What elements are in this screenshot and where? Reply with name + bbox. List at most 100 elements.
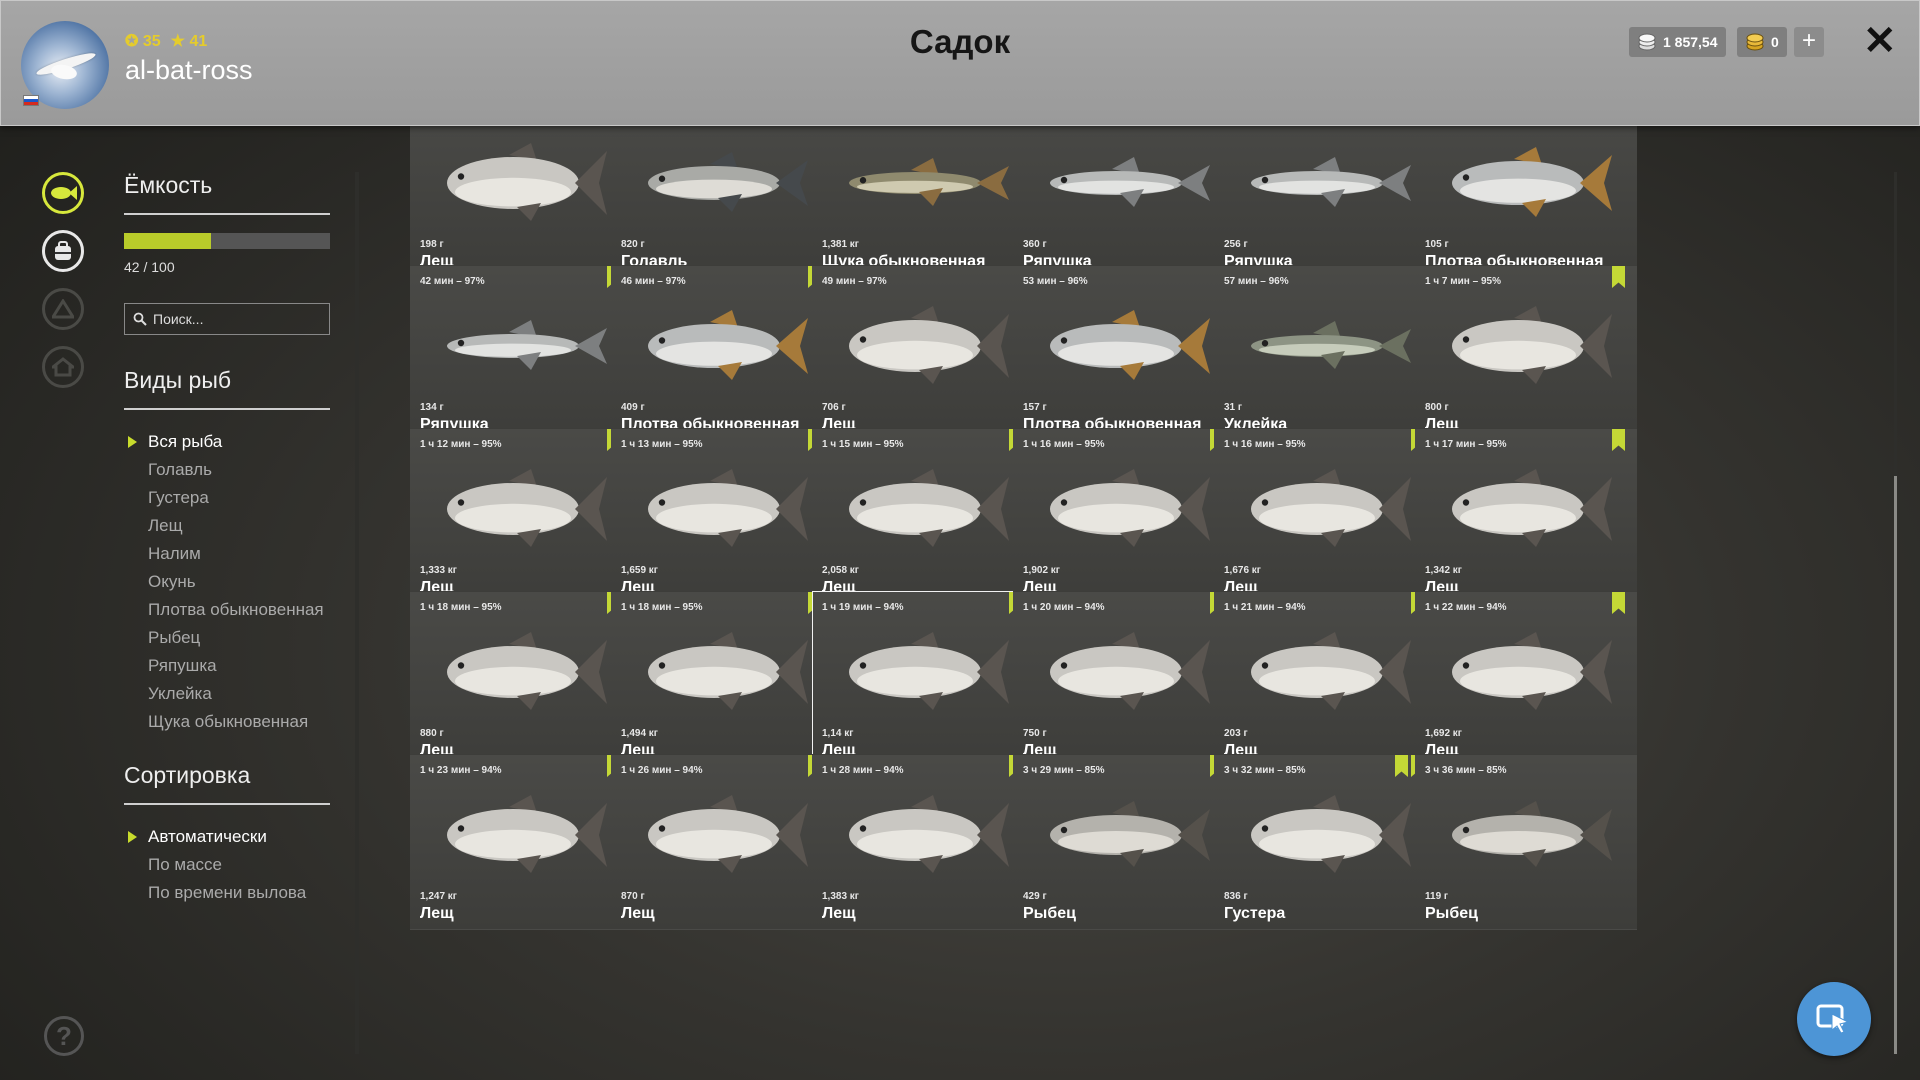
species-item[interactable]: Плотва обыкновенная <box>124 596 330 624</box>
fish-card[interactable]: 1 ч 15 мин – 95% 2,058 кг Лещ <box>812 428 1034 604</box>
gold-coins-icon <box>1746 33 1764 51</box>
species-item[interactable]: Уклейка <box>124 680 330 708</box>
species-title: Виды рыб <box>124 367 330 410</box>
fish-weight: 1,494 кг <box>621 728 658 739</box>
fish-weight: 1,659 кг <box>621 565 658 576</box>
fish-card[interactable]: 820 г Голавль <box>611 126 833 278</box>
catch-time: 42 мин – 97% <box>420 276 485 287</box>
bookmark-icon[interactable] <box>1395 755 1408 777</box>
fish-weight: 1,676 кг <box>1224 565 1261 576</box>
fish-card[interactable]: 57 мин – 96% 31 г Уклейка <box>1214 265 1436 441</box>
fish-card[interactable]: 1 ч 19 мин – 94% 1,14 кг Лещ <box>812 591 1034 767</box>
help-icon[interactable]: ? <box>44 1016 84 1056</box>
fish-weight: 706 г <box>822 402 846 413</box>
catch-time: 1 ч 16 мин – 95% <box>1023 439 1105 450</box>
sort-option[interactable]: По массе <box>124 851 330 879</box>
fish-card[interactable]: 49 мин – 97% 706 г Лещ <box>812 265 1034 441</box>
fish-card[interactable]: 1,381 кг Щука обыкновенная <box>812 126 1034 278</box>
fish-image <box>632 785 814 885</box>
fish-card[interactable]: 1 ч 16 мин – 95% 1,902 кг Лещ <box>1013 428 1235 604</box>
fish-weight: 750 г <box>1023 728 1047 739</box>
sort-title: Сортировка <box>124 762 330 805</box>
species-item[interactable]: Густера <box>124 484 330 512</box>
fish-image <box>1034 296 1216 396</box>
species-item[interactable]: Ряпушка <box>124 652 330 680</box>
fish-circle-icon[interactable] <box>42 172 84 214</box>
fish-image <box>1235 459 1417 559</box>
search-input[interactable] <box>153 311 313 327</box>
fish-card[interactable]: 3 ч 29 мин – 85% 429 г Рыбец <box>1013 754 1235 930</box>
cursor-button[interactable] <box>1797 982 1871 1056</box>
species-item[interactable]: Окунь <box>124 568 330 596</box>
catch-time: 1 ч 20 мин – 94% <box>1023 602 1105 613</box>
fish-card[interactable]: 360 г Ряпушка <box>1013 126 1235 278</box>
camp-icon[interactable] <box>42 288 84 330</box>
species-item[interactable]: Голавль <box>124 456 330 484</box>
fish-image <box>431 133 613 233</box>
fish-image <box>1436 459 1618 559</box>
fish-card[interactable]: 1 ч 18 мин – 95% 1,494 кг Лещ <box>611 591 833 767</box>
bookmark-icon[interactable] <box>1612 429 1625 451</box>
catch-time: 3 ч 29 мин – 85% <box>1023 765 1105 776</box>
fish-image <box>1235 296 1417 396</box>
catch-time: 1 ч 21 мин – 94% <box>1224 602 1306 613</box>
fish-image <box>833 459 1015 559</box>
bag-icon[interactable] <box>42 230 84 272</box>
fish-card[interactable]: 198 г Лещ <box>410 126 632 278</box>
fish-weight: 256 г <box>1224 239 1248 250</box>
fish-image <box>833 785 1015 885</box>
fish-image <box>431 785 613 885</box>
fish-card[interactable]: 53 мин – 96% 157 г Плотва обыкновенная <box>1013 265 1235 441</box>
sort-option[interactable]: Автоматически <box>124 823 330 851</box>
fish-card[interactable]: 1 ч 17 мин – 95% 1,342 кг Лещ <box>1415 428 1637 604</box>
bookmark-icon[interactable] <box>1612 592 1625 614</box>
fish-card[interactable]: 1 ч 21 мин – 94% 203 г Лещ <box>1214 591 1436 767</box>
fish-weight: 134 г <box>420 402 444 413</box>
fish-card[interactable]: 3 ч 36 мин – 85% 119 г Рыбец <box>1415 754 1637 930</box>
fish-card[interactable]: 1 ч 12 мин – 95% 1,333 кг Лещ <box>410 428 632 604</box>
species-item[interactable]: Лещ <box>124 512 330 540</box>
fish-card[interactable]: 1 ч 22 мин – 94% 1,692 кг Лещ <box>1415 591 1637 767</box>
fish-weight: 1,383 кг <box>822 891 859 902</box>
fish-image <box>833 133 1015 233</box>
fish-card[interactable]: 42 мин – 97% 134 г Ряпушка <box>410 265 632 441</box>
fish-weight: 1,333 кг <box>420 565 457 576</box>
species-item[interactable]: Щука обыкновенная <box>124 708 330 736</box>
catch-time: 57 мин – 96% <box>1224 276 1289 287</box>
species-item[interactable]: Налим <box>124 540 330 568</box>
fish-card[interactable]: 1 ч 28 мин – 94% 1,383 кг Лещ <box>812 754 1034 930</box>
fish-image <box>1436 785 1618 885</box>
species-item[interactable]: Вся рыба <box>124 428 330 456</box>
fish-card[interactable]: 46 мин – 97% 409 г Плотва обыкновенная <box>611 265 833 441</box>
catch-time: 3 ч 32 мин – 85% <box>1224 765 1306 776</box>
close-icon[interactable]: ✕ <box>1863 21 1897 61</box>
fish-card[interactable]: 105 г Плотва обыкновенная <box>1415 126 1637 278</box>
scrollbar-thumb[interactable] <box>1894 476 1897 1054</box>
fish-weight: 1,342 кг <box>1425 565 1462 576</box>
fish-card[interactable]: 1 ч 13 мин – 95% 1,659 кг Лещ <box>611 428 833 604</box>
bookmark-icon[interactable] <box>1612 266 1625 288</box>
fish-card[interactable]: 1 ч 18 мин – 95% 880 г Лещ <box>410 591 632 767</box>
add-currency-button[interactable]: + <box>1794 27 1824 57</box>
fish-card[interactable]: 1 ч 23 мин – 94% 1,247 кг Лещ <box>410 754 632 930</box>
fish-card[interactable]: 1 ч 7 мин – 95% 800 г Лещ <box>1415 265 1637 441</box>
home-icon[interactable] <box>42 346 84 388</box>
species-item[interactable]: Рыбец <box>124 624 330 652</box>
fish-weight: 105 г <box>1425 239 1449 250</box>
catch-time: 53 мин – 96% <box>1023 276 1088 287</box>
top-bar: ✪ 35 ★ 41 al-bat-ross Садок 1 857,54 0 +… <box>0 0 1920 126</box>
catch-time: 49 мин – 97% <box>822 276 887 287</box>
fish-name: Лещ <box>822 905 856 922</box>
fish-card[interactable]: 256 г Ряпушка <box>1214 126 1436 278</box>
sort-option[interactable]: По времени вылова <box>124 879 330 907</box>
fish-image <box>1235 622 1417 722</box>
catch-time: 1 ч 28 мин – 94% <box>822 765 904 776</box>
fish-card[interactable]: 1 ч 20 мин – 94% 750 г Лещ <box>1013 591 1235 767</box>
fish-card[interactable]: 3 ч 32 мин – 85% 836 г Густера <box>1214 754 1436 930</box>
fish-image <box>632 133 814 233</box>
fish-card[interactable]: 1 ч 26 мин – 94% 870 г Лещ <box>611 754 833 930</box>
fish-card[interactable]: 1 ч 16 мин – 95% 1,676 кг Лещ <box>1214 428 1436 604</box>
fish-image <box>431 296 613 396</box>
search-box[interactable] <box>124 303 330 335</box>
fish-image <box>1436 296 1618 396</box>
